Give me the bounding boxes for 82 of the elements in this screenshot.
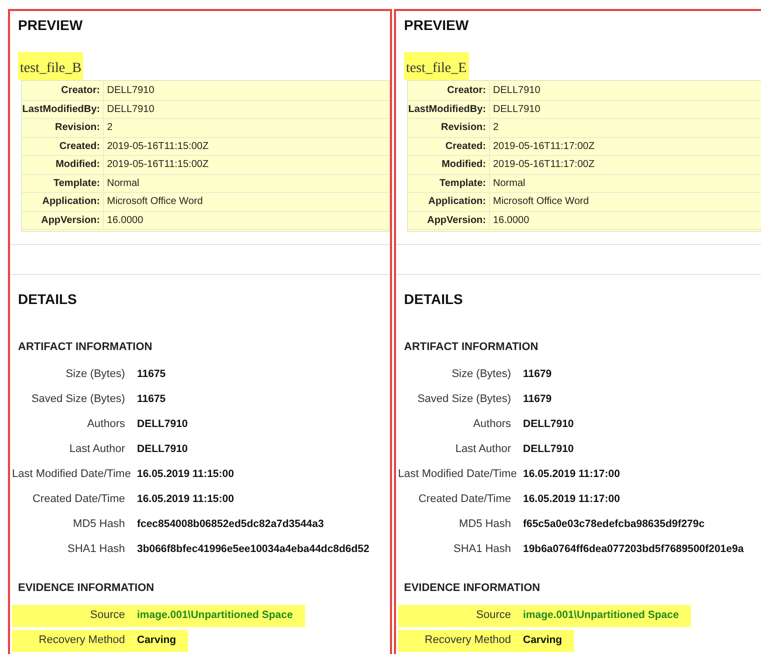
property-label: LastModifiedBy: bbox=[408, 100, 490, 118]
field-label: MD5 Hash bbox=[72, 517, 126, 532]
section-heading: PREVIEW bbox=[18, 16, 84, 35]
field-value[interactable]: image.001\Unpartitioned Space bbox=[137, 608, 305, 624]
field-label: Authors bbox=[86, 417, 126, 432]
field-value[interactable]: image.001\Unpartitioned Space bbox=[523, 608, 691, 624]
field-value: 16.05.2019 11:15:00 bbox=[137, 492, 235, 507]
subsection-heading: ARTIFACT INFORMATION bbox=[18, 340, 154, 355]
field-value: 11679 bbox=[523, 366, 553, 382]
section-heading: DETAILS bbox=[404, 290, 464, 309]
field-label: Saved Size (Bytes) bbox=[416, 392, 512, 408]
section-heading: DETAILS bbox=[18, 290, 78, 309]
field-value: f65c5a0e03c78edefcba98635d9f279c bbox=[523, 516, 706, 532]
property-value: DELL7910 bbox=[106, 102, 154, 116]
field-label: Recovery Method bbox=[38, 633, 126, 648]
property-value: Normal bbox=[106, 176, 140, 190]
subsection-heading: ARTIFACT INFORMATION bbox=[404, 340, 540, 355]
subsection-heading: EVIDENCE INFORMATION bbox=[404, 581, 542, 596]
property-label: Modified: bbox=[22, 156, 104, 174]
property-label: Modified: bbox=[408, 156, 490, 174]
field-value: 19b6a0764ff6dea077203bd5f7689500f201e9a bbox=[523, 542, 745, 557]
property-value: Microsoft Office Word bbox=[492, 195, 589, 209]
field-label: Size (Bytes) bbox=[64, 367, 126, 382]
field-value: 16.05.2019 11:15:00 bbox=[137, 466, 235, 482]
field-value: DELL7910 bbox=[523, 442, 575, 457]
property-label: LastModifiedBy: bbox=[22, 100, 104, 118]
section-heading: PREVIEW bbox=[404, 16, 470, 35]
field-value: 11679 bbox=[523, 392, 553, 407]
property-value: 2019-05-16T11:15:00Z bbox=[106, 140, 209, 154]
field-label: Recovery Method bbox=[424, 633, 512, 648]
field-label: Authors bbox=[472, 417, 512, 432]
field-value: 3b066f8bfec41996e5ee10034a4eba44dc8d6d52 bbox=[137, 542, 370, 557]
property-label: Created: bbox=[408, 138, 490, 155]
property-label: Revision: bbox=[22, 119, 104, 136]
property-value: DELL7910 bbox=[492, 84, 540, 98]
property-label: Template: bbox=[22, 174, 104, 192]
field-label: Created Date/Time bbox=[31, 492, 126, 508]
field-label: Saved Size (Bytes) bbox=[30, 392, 126, 408]
field-label: Last Modified Date/Time bbox=[12, 467, 132, 482]
property-value: 16.0000 bbox=[106, 214, 144, 228]
property-value: 16.0000 bbox=[492, 214, 530, 228]
field-value: Carving bbox=[137, 632, 178, 648]
field-value: 11675 bbox=[137, 392, 167, 407]
field-label: Last Modified Date/Time bbox=[398, 467, 518, 482]
field-label: Source bbox=[475, 608, 512, 624]
property-value: 2 bbox=[106, 121, 113, 135]
property-label: Created: bbox=[22, 138, 104, 155]
property-value: Microsoft Office Word bbox=[106, 195, 203, 209]
field-value: DELL7910 bbox=[523, 416, 575, 432]
property-label: AppVersion: bbox=[22, 212, 104, 229]
field-label: Last Author bbox=[454, 442, 512, 458]
property-label: Revision: bbox=[408, 119, 490, 136]
field-value: fcec854008b06852ed5dc82a7d3544a3 bbox=[137, 516, 325, 532]
field-value: Carving bbox=[523, 632, 564, 648]
field-value: 16.05.2019 11:17:00 bbox=[523, 466, 621, 482]
property-value: DELL7910 bbox=[492, 102, 540, 116]
property-value: 2019-05-16T11:17:00Z bbox=[492, 158, 595, 172]
property-label: Application: bbox=[408, 193, 490, 210]
field-value: 11675 bbox=[137, 366, 167, 382]
field-value: DELL7910 bbox=[137, 416, 189, 432]
field-label: Size (Bytes) bbox=[450, 367, 512, 382]
field-label: SHA1 Hash bbox=[452, 542, 512, 558]
field-value: 16.05.2019 11:17:00 bbox=[523, 492, 621, 507]
property-value: 2019-05-16T11:15:00Z bbox=[106, 158, 209, 172]
property-label: Creator: bbox=[22, 82, 104, 100]
field-label: Created Date/Time bbox=[417, 492, 512, 508]
field-value: DELL7910 bbox=[137, 442, 189, 457]
property-label: Template: bbox=[408, 174, 490, 192]
property-value: 2019-05-16T11:17:00Z bbox=[492, 140, 595, 154]
field-label: MD5 Hash bbox=[458, 517, 512, 532]
field-label: Source bbox=[89, 608, 126, 624]
field-label: SHA1 Hash bbox=[66, 542, 126, 558]
property-value: DELL7910 bbox=[106, 84, 154, 98]
subsection-heading: EVIDENCE INFORMATION bbox=[18, 581, 156, 596]
property-value: Normal bbox=[492, 176, 526, 190]
property-value: 2 bbox=[492, 121, 499, 135]
file-name: test_file_E bbox=[404, 52, 469, 80]
property-label: Application: bbox=[22, 193, 104, 210]
property-label: Creator: bbox=[408, 82, 490, 100]
property-label: AppVersion: bbox=[408, 212, 490, 229]
file-name: test_file_B bbox=[18, 52, 84, 80]
field-label: Last Author bbox=[68, 442, 126, 458]
